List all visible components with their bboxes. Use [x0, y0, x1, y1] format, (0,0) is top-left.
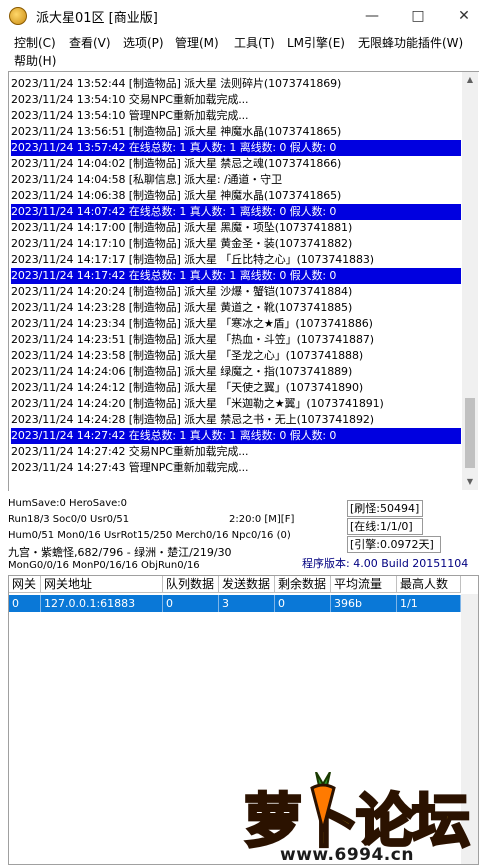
log-line: 2023/11/24 14:23:34 [制造物品] 派大星 「寒冰之★盾」(1…	[11, 317, 373, 330]
forum-watermark: 萝卜论坛 www.6994.cn	[228, 758, 487, 868]
minimize-button[interactable]: —	[349, 0, 395, 32]
title-bar: 派大星01区 [商业版] — □ ✕	[0, 0, 487, 32]
col-address[interactable]: 网关地址	[41, 576, 163, 593]
menu-plugin[interactable]: 无限蜂功能插件(W)	[358, 34, 463, 51]
menu-lm-engine[interactable]: LM引擎(E)	[287, 34, 345, 51]
log-scrollbar[interactable]: ▲ ▼	[462, 72, 478, 490]
col-max-users[interactable]: 最高人数	[397, 576, 461, 593]
log-line: 2023/11/24 14:27:42 交易NPC重新加载完成...	[11, 445, 249, 458]
carrot-icon	[310, 772, 336, 832]
log-line: 2023/11/24 14:24:20 [制造物品] 派大星 「米迦勒之★翼」(…	[11, 397, 384, 410]
log-line: 2023/11/24 14:24:28 [制造物品] 派大星 禁忌之书・无上(1…	[11, 413, 374, 426]
scroll-thumb[interactable]	[465, 398, 475, 468]
maximize-button[interactable]: □	[395, 0, 441, 32]
cell-queue: 0	[163, 595, 219, 612]
minimize-icon: —	[365, 8, 379, 24]
engine-time: [引擎:0.0972天]	[347, 536, 441, 553]
log-line: 2023/11/24 13:54:10 管理NPC重新加载完成...	[11, 109, 249, 122]
window-title: 派大星01区 [商业版]	[36, 11, 158, 26]
cell-max-users: 1/1	[397, 595, 461, 612]
log-line: 2023/11/24 13:52:44 [制造物品] 派大星 法则碎片(1073…	[11, 77, 342, 90]
col-remain[interactable]: 剩余数据	[275, 576, 331, 593]
log-line-online-stats: 2023/11/24 14:17:42 在线总数: 1 真人数: 1 离线数: …	[11, 268, 461, 284]
watermark-url: www.6994.cn	[280, 845, 414, 865]
scroll-down-icon[interactable]: ▼	[462, 474, 478, 490]
log-line-online-stats: 2023/11/24 13:57:42 在线总数: 1 真人数: 1 离线数: …	[11, 140, 461, 156]
log-line: 2023/11/24 14:17:10 [制造物品] 派大星 黄金圣・装(107…	[11, 237, 353, 250]
log-line: 2023/11/24 14:23:51 [制造物品] 派大星 「热血・斗笠」(1…	[11, 333, 374, 346]
menu-tools[interactable]: 工具(T)	[234, 34, 275, 51]
log-line: 2023/11/24 14:23:28 [制造物品] 派大星 黄道之・靴(107…	[11, 301, 353, 314]
log-line: 2023/11/24 14:04:58 [私聊信息] 派大星: /通道・守卫	[11, 173, 282, 186]
col-gateway[interactable]: 网关	[9, 576, 41, 593]
status-area: HumSave:0 HeroSave:0 Run18/3 Soc0/0 Usr0…	[0, 493, 487, 573]
log-line: 2023/11/24 13:56:51 [制造物品] 派大星 神魔水晶(1073…	[11, 125, 342, 138]
log-line: 2023/11/24 14:24:06 [制造物品] 派大星 绿魔之・指(107…	[11, 365, 353, 378]
log-panel: 2023/11/24 13:52:44 [制造物品] 派大星 法则碎片(1073…	[8, 71, 479, 491]
log-line: 2023/11/24 13:54:10 交易NPC重新加载完成...	[11, 93, 249, 106]
col-sent[interactable]: 发送数据	[219, 576, 275, 593]
log-line: 2023/11/24 14:24:12 [制造物品] 派大星 「天使之翼」(10…	[11, 381, 364, 394]
online-count: [在线:1/1/0]	[347, 518, 423, 535]
col-queue[interactable]: 队列数据	[163, 576, 219, 593]
status-mon: MonG0/0/16 MonP0/16/16 ObjRun0/16	[8, 560, 200, 571]
refresh-count: [刷怪:50494]	[347, 500, 423, 517]
log-line: 2023/11/24 14:17:17 [制造物品] 派大星 「丘比特之心」(1…	[11, 253, 374, 266]
cell-avg-traffic: 396b	[331, 595, 397, 612]
log-line: 2023/11/24 14:20:24 [制造物品] 派大星 沙爆・蟹铠(107…	[11, 285, 353, 298]
table-header: 网关 网关地址 队列数据 发送数据 剩余数据 平均流量 最高人数	[9, 576, 478, 594]
log-line: 2023/11/24 14:27:43 管理NPC重新加载完成...	[11, 461, 249, 474]
menu-bar: 控制(C) 查看(V) 选项(P) 管理(M) 工具(T) LM引擎(E) 无限…	[0, 32, 487, 70]
status-time: 2:20:0 [M][F]	[229, 514, 295, 525]
cell-address: 127.0.0.1:61883	[41, 595, 163, 612]
close-button[interactable]: ✕	[441, 0, 487, 32]
log-line: 2023/11/24 14:17:00 [制造物品] 派大星 黑魔・项坠(107…	[11, 221, 353, 234]
cell-remain: 0	[275, 595, 331, 612]
log-list: 2023/11/24 13:52:44 [制造物品] 派大星 法则碎片(1073…	[11, 76, 461, 476]
table-row[interactable]: 0 127.0.0.1:61883 0 3 0 396b 1/1	[9, 595, 461, 612]
maximize-icon: □	[411, 8, 425, 24]
log-line: 2023/11/24 14:06:38 [制造物品] 派大星 神魔水晶(1073…	[11, 189, 342, 202]
close-icon: ✕	[458, 8, 470, 24]
menu-manage[interactable]: 管理(M)	[175, 34, 219, 51]
program-version: 程序版本: 4.00 Build 20151104	[302, 557, 469, 570]
menu-options[interactable]: 选项(P)	[123, 34, 164, 51]
scroll-up-icon[interactable]: ▲	[462, 72, 478, 88]
menu-view[interactable]: 查看(V)	[69, 34, 111, 51]
log-line: 2023/11/24 14:23:58 [制造物品] 派大星 「圣龙之心」(10…	[11, 349, 364, 362]
cell-gateway: 0	[9, 595, 41, 612]
log-line-online-stats: 2023/11/24 14:27:42 在线总数: 1 真人数: 1 离线数: …	[11, 428, 461, 444]
cell-sent: 3	[219, 595, 275, 612]
status-run: Run18/3 Soc0/0 Usr0/51	[8, 514, 130, 525]
log-line: 2023/11/24 14:04:02 [制造物品] 派大星 禁忌之魂(1073…	[11, 157, 342, 170]
status-hum: Hum0/51 Mon0/16 UsrRot15/250 Merch0/16 N…	[8, 530, 291, 541]
log-line-online-stats: 2023/11/24 14:07:42 在线总数: 1 真人数: 1 离线数: …	[11, 204, 461, 220]
menu-control[interactable]: 控制(C)	[14, 34, 56, 51]
app-icon	[9, 7, 27, 25]
status-map: 九宫・紫蟾怪,682/796 - 绿洲・楚江/219/30	[8, 546, 232, 559]
status-save: HumSave:0 HeroSave:0	[8, 498, 128, 509]
menu-help[interactable]: 帮助(H)	[14, 52, 56, 69]
col-avg-traffic[interactable]: 平均流量	[331, 576, 397, 593]
